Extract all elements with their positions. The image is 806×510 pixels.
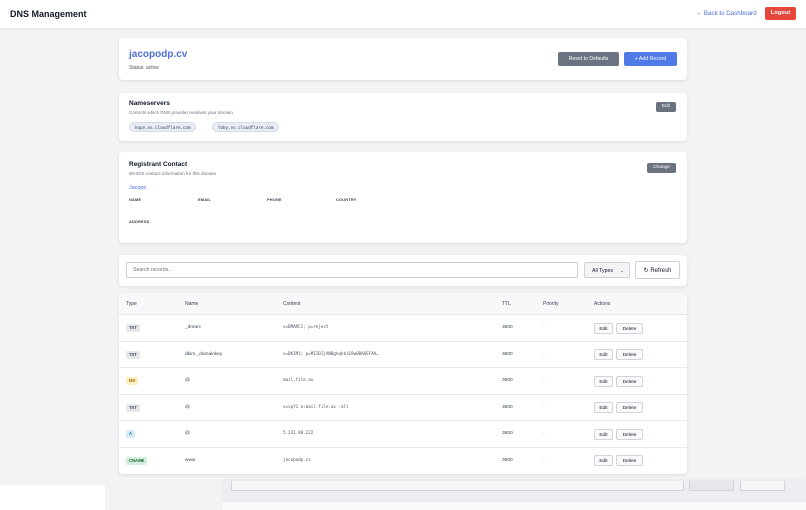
search-records-input[interactable] <box>126 262 578 278</box>
duplicate-toolbar-card <box>222 481 806 510</box>
duplicate-search-input <box>231 481 684 491</box>
column-header-priority: Priority <box>543 301 559 307</box>
registrant-contact-name: Jacopo <box>129 185 147 191</box>
registrant-label-address: ADDRESS <box>129 219 150 224</box>
record-name: _dmarc <box>185 325 201 330</box>
edit-record-button[interactable]: Edit <box>594 402 613 413</box>
record-priority: - <box>543 431 545 436</box>
record-priority: - <box>543 404 545 410</box>
registrant-label-country: COUNTRY <box>336 197 357 202</box>
record-ttl: 3600 <box>502 325 513 330</box>
record-type-badge: MX <box>126 377 139 385</box>
records-table: Type Name Content TTL Priority Actions T… <box>119 293 687 474</box>
registrant-label-phone: PHONE <box>267 197 282 202</box>
domain-status: Status: active <box>129 65 160 71</box>
record-priority: - <box>543 457 545 463</box>
record-ttl: 3600 <box>502 351 513 357</box>
nameserver-pill: hope.ns.cloudflare.com <box>129 122 197 132</box>
record-type-select-value: All Types <box>592 268 613 274</box>
edit-record-button[interactable]: Edit <box>594 428 613 440</box>
table-row: CNAME www jacopodp.cv 3600 - Edit Delete <box>119 448 687 475</box>
record-type-badge: A <box>126 430 136 438</box>
delete-record-button[interactable]: Delete <box>616 402 643 413</box>
top-bar: DNS Management ← Back to Dashboard Logou… <box>0 0 806 28</box>
record-type-badge: CNAME <box>126 456 148 465</box>
nameservers-edit-button[interactable]: Edit <box>656 102 676 112</box>
table-row: A @5.231.88.222 3600 - Edit Delete <box>119 421 687 448</box>
record-name: @ <box>185 431 190 436</box>
delete-record-button[interactable]: Delete <box>616 428 643 440</box>
delete-record-button[interactable]: Delete <box>616 375 643 387</box>
record-ttl: 3600 <box>502 457 513 463</box>
chevron-down-icon: ⌄ <box>620 268 624 273</box>
edit-record-button[interactable]: Edit <box>594 455 613 466</box>
background-panel <box>0 485 105 510</box>
table-row: TXT @ v=spf1 a:mail.file.ax -all 3600 - Edit D… <box>119 395 687 421</box>
column-header-content: Content <box>283 301 301 307</box>
table-row: TXT dkim._domainkey v=DKIM1; p=MIIBIjANBgk… <box>119 342 687 368</box>
nameservers-subtitle: Controls which DNS provider resolves you… <box>129 110 233 115</box>
record-content: v=spf1 a:mail.file.ax -all <box>283 403 349 409</box>
record-name: www <box>185 457 196 463</box>
registrant-change-button[interactable]: Change <box>647 163 676 173</box>
record-content: v=DMARC1; p=reject <box>283 324 329 329</box>
back-to-dashboard-link[interactable]: ← Back to Dashboard <box>696 10 757 17</box>
column-header-type: Type <box>126 301 137 307</box>
delete-record-button[interactable]: Delete <box>616 455 643 466</box>
nameservers-title: Nameservers <box>129 100 170 107</box>
record-ttl: 3600 <box>502 431 513 436</box>
record-content: mail.file.ax <box>283 377 314 382</box>
record-type-select[interactable]: All Types ⌄ <box>584 262 630 278</box>
record-priority: - <box>543 378 545 383</box>
refresh-button[interactable]: ↻ Refresh <box>635 261 680 279</box>
record-ttl: 3600 <box>502 404 513 410</box>
column-header-ttl: TTL <box>502 301 511 307</box>
record-type-badge: TXT <box>126 403 140 412</box>
reset-to-defaults-button[interactable]: Reset to Defaults <box>558 52 619 66</box>
registrant-label-name: NAME <box>129 197 142 202</box>
delete-record-button[interactable]: Delete <box>616 349 643 360</box>
logout-button[interactable]: Logout <box>765 7 796 20</box>
column-header-actions: Actions <box>594 301 611 307</box>
duplicate-refresh-button <box>740 481 785 491</box>
nameserver-pill: toby.ns.cloudflare.com <box>212 122 280 132</box>
registrant-subtitle: WHOIS contact information for this domai… <box>129 171 217 176</box>
record-ttl: 3600 <box>502 378 513 383</box>
record-content: 5.231.88.222 <box>283 430 314 435</box>
search-toolbar: All Types ⌄ ↻ Refresh <box>119 255 687 286</box>
registrant-contact-card: Registrant Contact WHOIS contact informa… <box>119 152 687 243</box>
domain-name: jacopodp.cv <box>129 49 188 60</box>
table-row: TXT _dmarc v=DMARC1; p=reject 3600 - Edit Dele… <box>119 315 687 342</box>
record-priority: - <box>543 325 545 330</box>
duplicate-card-edge <box>222 501 806 510</box>
records-table-header: Type Name Content TTL Priority Actions <box>119 293 687 315</box>
record-name: @ <box>185 404 190 410</box>
registrant-label-email: EMAIL <box>198 197 212 202</box>
column-header-name: Name <box>185 301 199 307</box>
record-priority: - <box>543 351 545 357</box>
nameservers-card: Nameservers Controls which DNS provider … <box>119 93 687 141</box>
record-content: jacopodp.cv <box>283 456 311 462</box>
record-type-badge: TXT <box>126 350 140 359</box>
registrant-title: Registrant Contact <box>129 161 188 168</box>
edit-record-button[interactable]: Edit <box>594 375 613 387</box>
table-row: MX @ mail.file.ax 3600 - Edit Delete <box>119 368 687 395</box>
delete-record-button[interactable]: Delete <box>616 322 643 334</box>
record-type-badge: TXT <box>126 324 140 332</box>
app-title: DNS Management <box>10 9 87 19</box>
edit-record-button[interactable]: Edit <box>594 349 613 360</box>
duplicate-type-select <box>689 481 734 491</box>
add-record-button[interactable]: + Add Record <box>624 52 677 66</box>
edit-record-button[interactable]: Edit <box>594 322 613 334</box>
record-name: dkim._domainkey <box>185 351 223 357</box>
domain-card: jacopodp.cv Status: active Reset to Defa… <box>119 38 687 80</box>
record-name: @ <box>185 378 190 383</box>
record-content: v=DKIM1; p=MIIBIjANBgkqhkiG9w0BAQEFAA… <box>283 350 379 356</box>
